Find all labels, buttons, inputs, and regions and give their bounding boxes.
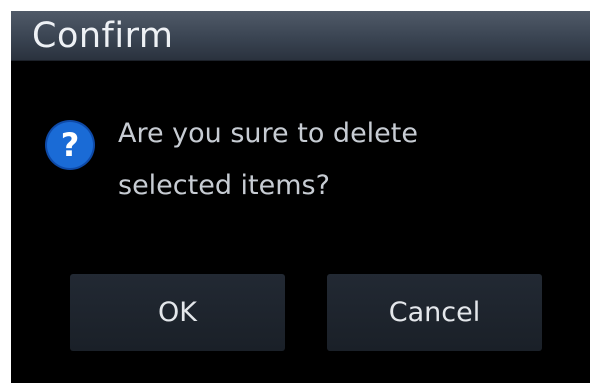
dialog-message: Are you sure to delete selected items? [118, 108, 558, 212]
confirm-dialog: Confirm ? Are you sure to delete selecte… [11, 11, 590, 383]
title-bar: Confirm [11, 11, 590, 61]
ok-button[interactable]: OK [70, 274, 285, 351]
svg-text:?: ? [61, 126, 80, 164]
cancel-button[interactable]: Cancel [327, 274, 542, 351]
dialog-title: Confirm [32, 16, 174, 56]
message-line-1: Are you sure to delete [118, 118, 418, 149]
question-icon: ? [45, 120, 95, 170]
message-line-2: selected items? [118, 170, 330, 201]
